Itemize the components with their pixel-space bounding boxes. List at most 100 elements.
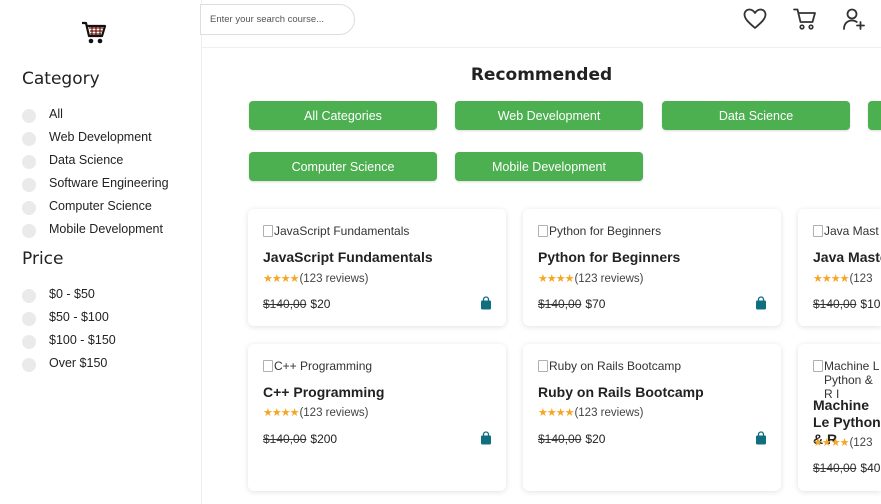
course-old-price: $140,00 <box>538 432 582 446</box>
course-price: $140,00 $70 <box>538 297 605 311</box>
course-title[interactable]: Java Maste <box>813 249 881 266</box>
shopping-bag-icon[interactable] <box>755 296 767 310</box>
category-heading: Category <box>22 69 100 89</box>
category-option-label: Computer Science <box>49 198 152 213</box>
course-old-price: $140,00 <box>263 297 307 311</box>
shopping-bag-icon[interactable] <box>480 431 492 445</box>
broken-image-icon <box>538 225 548 237</box>
broken-image-icon <box>263 360 273 372</box>
course-image-alt: Ruby on Rails Bootcamp <box>549 359 682 373</box>
radio-icon[interactable] <box>22 334 36 349</box>
star-rating-icon: ★★★★ <box>538 407 574 419</box>
course-reviews: (123 reviews) <box>574 406 644 419</box>
category-button-computer-science[interactable]: Computer Science <box>249 152 437 181</box>
course-old-price: $140,00 <box>813 297 857 311</box>
course-current-price: $20 <box>585 432 606 446</box>
course-old-price: $140,00 <box>263 432 307 446</box>
category-option-mobile-development[interactable]: Mobile Development <box>22 217 169 240</box>
course-image: Ruby on Rails Bootcamp <box>538 359 768 373</box>
course-card[interactable]: Python for Beginners Python for Beginner… <box>523 209 781 326</box>
course-price: $140,00 $20 <box>263 297 330 311</box>
broken-image-icon <box>813 225 823 237</box>
course-rating: ★★★★ (123 <box>813 436 873 450</box>
course-rating: ★★★★ (123 reviews) <box>538 272 644 286</box>
star-rating-icon: ★★★★ <box>263 407 299 419</box>
category-option-label: All <box>49 106 63 121</box>
course-rating: ★★★★ (123 reviews) <box>538 406 644 420</box>
course-image-alt: C++ Programming <box>274 359 373 373</box>
course-title[interactable]: C++ Programming <box>263 384 498 401</box>
price-option-100-150[interactable]: $100 - $150 <box>22 328 116 351</box>
broken-image-icon <box>538 360 548 372</box>
category-option-label: Data Science <box>49 152 124 167</box>
course-price: $140,00 $10 <box>813 297 880 311</box>
course-reviews: (123 reviews) <box>299 406 369 419</box>
heart-icon[interactable] <box>742 6 768 32</box>
course-card[interactable]: JavaScript Fundamentals JavaScript Funda… <box>248 209 506 326</box>
category-filter-list: All Web Development Data Science Softwar… <box>22 102 169 240</box>
course-old-price: $140,00 <box>813 461 857 475</box>
radio-icon[interactable] <box>22 108 36 123</box>
course-card[interactable]: Ruby on Rails Bootcamp Ruby on Rails Boo… <box>523 344 781 491</box>
course-title[interactable]: Python for Beginners <box>538 249 773 266</box>
category-button-web-development[interactable]: Web Development <box>455 101 643 130</box>
category-button-mobile-development[interactable]: Mobile Development <box>455 152 643 181</box>
course-title[interactable]: Ruby on Rails Bootcamp <box>538 384 773 401</box>
search-bar <box>200 4 355 35</box>
course-image-alt: JavaScript Fundamentals <box>274 224 410 238</box>
page-title: Recommended <box>470 65 613 85</box>
course-reviews: (123 <box>849 436 873 449</box>
search-input[interactable] <box>210 14 354 25</box>
shopping-bag-icon[interactable] <box>755 431 767 445</box>
course-rating: ★★★★ (123 <box>813 272 872 286</box>
course-card[interactable]: Machine L Python & R I Machine Le Python… <box>798 344 881 491</box>
course-current-price: $10 <box>860 297 881 311</box>
course-current-price: $20 <box>310 297 331 311</box>
category-button-data-science[interactable]: Data Science <box>662 101 850 130</box>
category-button-all[interactable]: All Categories <box>249 101 437 130</box>
price-heading: Price <box>22 249 64 269</box>
category-option-web-development[interactable]: Web Development <box>22 125 169 148</box>
cart-logo-icon[interactable] <box>80 20 108 46</box>
shopping-bag-icon[interactable] <box>480 296 492 310</box>
add-user-icon[interactable] <box>841 6 867 32</box>
radio-icon[interactable] <box>22 288 36 303</box>
course-image-alt: Java Mast <box>824 224 879 238</box>
radio-icon[interactable] <box>22 223 36 238</box>
radio-icon[interactable] <box>22 311 36 326</box>
course-image: Machine L Python & R I <box>813 359 881 401</box>
course-old-price: $140,00 <box>538 297 582 311</box>
cart-icon[interactable] <box>792 6 818 32</box>
radio-icon[interactable] <box>22 177 36 192</box>
price-filter-list: $0 - $50 $50 - $100 $100 - $150 Over $15… <box>22 282 116 374</box>
course-reviews: (123 reviews) <box>574 272 644 285</box>
course-current-price: $40 <box>860 461 881 475</box>
course-current-price: $70 <box>585 297 606 311</box>
radio-icon[interactable] <box>22 154 36 169</box>
star-rating-icon: ★★★★ <box>263 273 299 285</box>
category-option-computer-science[interactable]: Computer Science <box>22 194 169 217</box>
radio-icon[interactable] <box>22 131 36 146</box>
course-price: $140,00 $200 <box>263 432 337 446</box>
course-title[interactable]: JavaScript Fundamentals <box>263 249 498 266</box>
course-image-alt: Python for Beginners <box>549 224 662 238</box>
category-option-all[interactable]: All <box>22 102 169 125</box>
radio-icon[interactable] <box>22 200 36 215</box>
course-price: $140,00 $20 <box>538 432 605 446</box>
category-option-data-science[interactable]: Data Science <box>22 148 169 171</box>
price-option-50-100[interactable]: $50 - $100 <box>22 305 116 328</box>
radio-icon[interactable] <box>22 357 36 372</box>
course-image: JavaScript Fundamentals <box>263 224 493 238</box>
price-option-0-50[interactable]: $0 - $50 <box>22 282 116 305</box>
price-option-label: $50 - $100 <box>49 309 109 324</box>
course-image: Python for Beginners <box>538 224 768 238</box>
course-card[interactable]: Java Mast Java Maste ★★★★ (123 $140,00 $10 <box>798 209 881 326</box>
category-option-label: Web Development <box>49 129 152 144</box>
course-card[interactable]: C++ Programming C++ Programming ★★★★ (123… <box>248 344 506 491</box>
price-option-over-150[interactable]: Over $150 <box>22 351 116 374</box>
category-option-software-engineering[interactable]: Software Engineering <box>22 171 169 194</box>
course-image: C++ Programming <box>263 359 493 373</box>
price-option-label: Over $150 <box>49 355 108 370</box>
category-button-partial[interactable] <box>868 101 881 130</box>
star-rating-icon: ★★★★ <box>538 273 574 285</box>
